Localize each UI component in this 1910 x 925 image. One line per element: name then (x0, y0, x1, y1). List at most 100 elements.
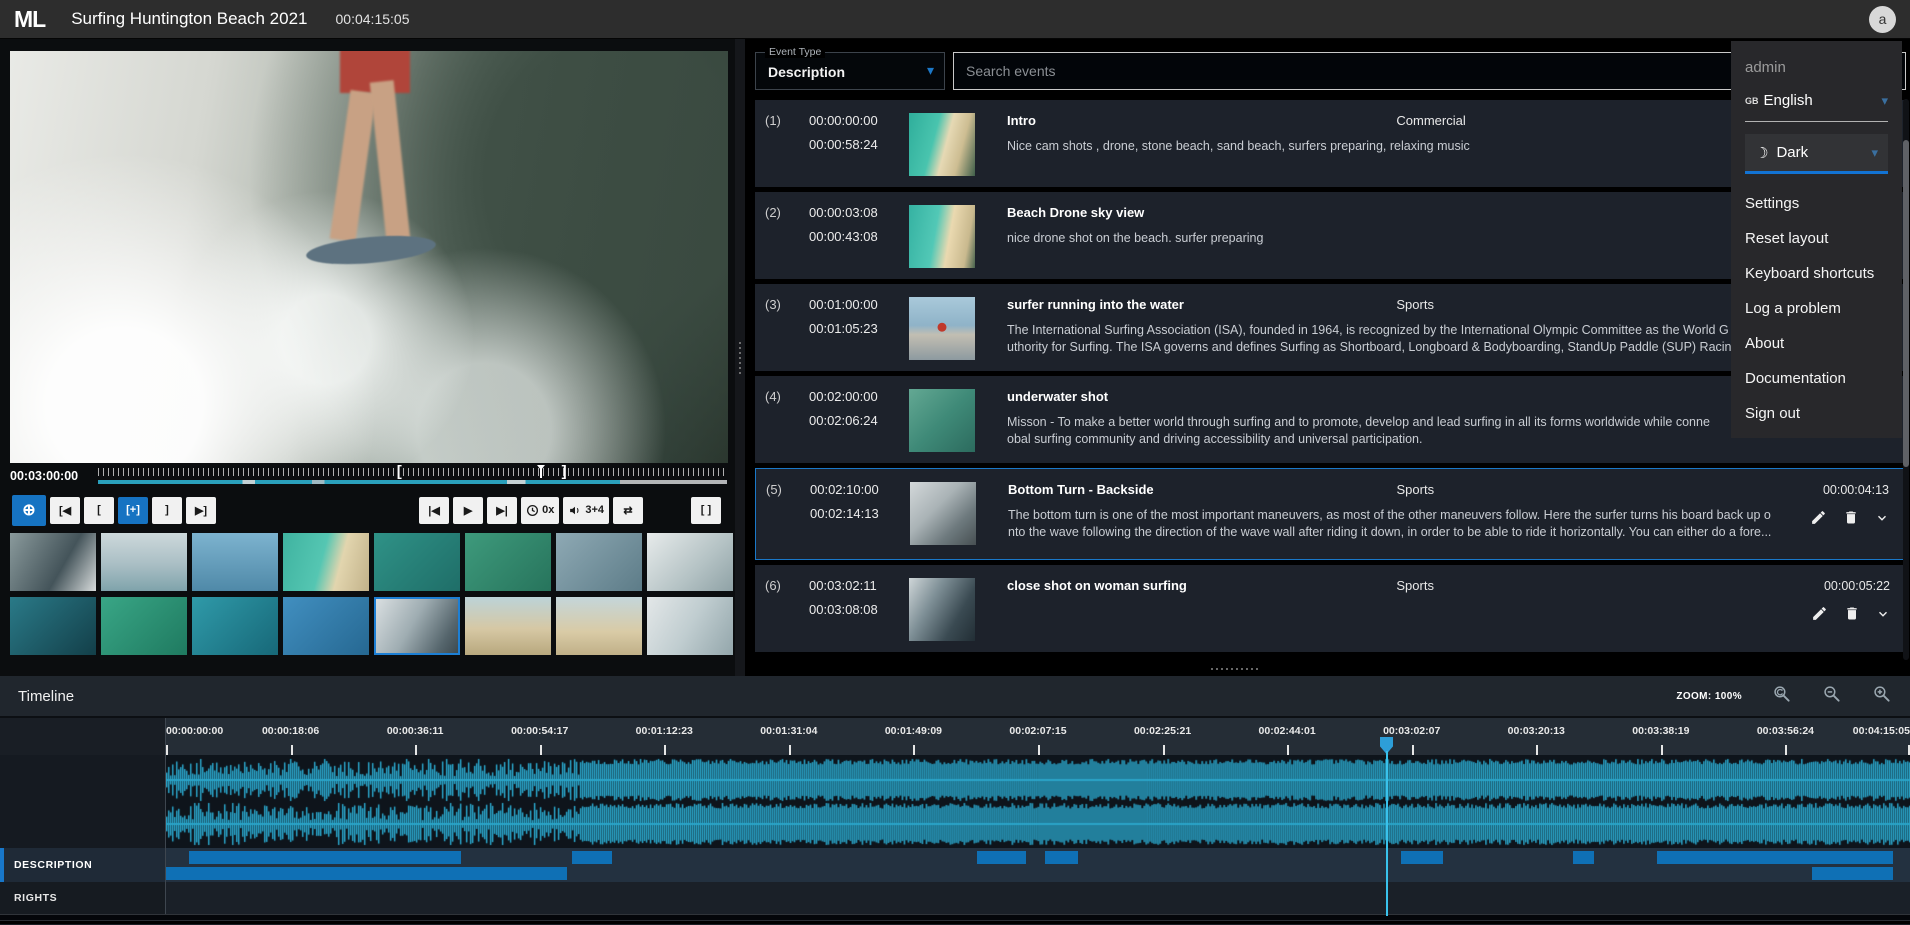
skip-end-button[interactable]: ▶| (487, 497, 517, 524)
event-type-select[interactable]: Event Type Description ▾ (755, 52, 945, 90)
track-area[interactable] (165, 882, 1910, 914)
timeline-clip[interactable] (1401, 851, 1443, 864)
range-out-bracket[interactable]: ] (562, 463, 567, 480)
media-title: Surfing Huntington Beach 2021 (71, 9, 307, 29)
timeline-clip[interactable] (572, 851, 612, 864)
vertical-splitter[interactable] (735, 39, 745, 676)
filmstrip-thumbnail[interactable] (101, 597, 187, 655)
edit-event-button[interactable] (1810, 509, 1827, 526)
track-label-description[interactable]: DESCRIPTION (0, 848, 165, 882)
chevron-down-icon (1876, 607, 1890, 621)
expand-event-button[interactable] (1876, 607, 1890, 621)
filmstrip-thumbnail[interactable] (556, 597, 642, 655)
timeline-track: RIGHTS (0, 882, 1910, 914)
zoom-out-icon[interactable] (1822, 684, 1842, 709)
filmstrip-thumbnail[interactable] (465, 597, 551, 655)
play-button[interactable]: ▶ (453, 497, 483, 524)
event-thumbnail (910, 482, 976, 545)
ruler-timecode: 00:02:44:01 (1259, 725, 1316, 737)
timeline-clip[interactable] (189, 851, 461, 864)
filmstrip-thumbnail[interactable] (10, 533, 96, 591)
event-thumbnail (909, 205, 975, 268)
filmstrip-thumbnail[interactable] (647, 533, 733, 591)
set-in-button[interactable]: [ (84, 497, 114, 524)
shuttle-button[interactable]: ⇄ (613, 497, 643, 524)
menu-item-documentation[interactable]: Documentation (1745, 361, 1902, 396)
track-area[interactable] (165, 848, 1910, 882)
zoom-in-icon[interactable] (1872, 684, 1892, 709)
filmstrip-thumbnail[interactable] (374, 533, 460, 591)
filmstrip-thumbnail[interactable] (101, 533, 187, 591)
filmstrip-thumbnail[interactable] (647, 597, 733, 655)
menu-item-sign-out[interactable]: Sign out (1745, 396, 1902, 431)
timeline-clip[interactable] (166, 867, 567, 880)
filmstrip-thumbnail[interactable] (192, 597, 278, 655)
event-in-timecode: 00:02:00:00 (809, 389, 909, 404)
horizontal-splitter[interactable] (745, 664, 1910, 674)
player-controls: ⊕[◀[[+]]▶] |◀▶ ▶| 0x3+4⇄ [ ] (12, 494, 721, 526)
timeline-header: Timeline ZOOM: 100% (0, 676, 1910, 718)
ruler-tick (291, 745, 293, 755)
audio-channels-button[interactable]: 3+4 (563, 497, 609, 524)
timeline-clip[interactable] (977, 851, 1026, 864)
goto-out-button[interactable]: ▶] (186, 497, 216, 524)
ruler-tick (1287, 745, 1289, 755)
menu-item-settings[interactable]: Settings (1745, 186, 1902, 221)
skip-start-button[interactable]: |◀ (419, 497, 449, 524)
set-out-button[interactable]: ] (152, 497, 182, 524)
ruler-timecode: 00:00:54:17 (511, 725, 568, 737)
scrubber[interactable]: [ ] (98, 467, 727, 489)
ruler-tick (664, 745, 666, 755)
fullscreen-button-label: [ ] (701, 504, 711, 516)
timeline-ruler[interactable]: 00:00:00:0000:00:18:0600:00:36:1100:00:5… (0, 718, 1910, 755)
theme-select[interactable]: ☾ Dark ▾ (1745, 134, 1888, 174)
timeline-clip[interactable] (1573, 851, 1594, 864)
filmstrip-thumbnail[interactable] (374, 597, 460, 655)
filmstrip-thumbnail[interactable] (556, 533, 642, 591)
language-select[interactable]: GB English ▾ (1745, 92, 1888, 122)
event-row[interactable]: (6)00:03:02:1100:03:08:08close shot on w… (755, 565, 1906, 652)
scrubber-playhead[interactable] (540, 465, 542, 478)
filmstrip-thumbnail[interactable] (465, 533, 551, 591)
chevron-down-icon (1875, 511, 1889, 525)
ruler-timecode: 00:03:56:24 (1757, 725, 1814, 737)
event-timecodes: 00:00:00:0000:00:58:24 (809, 113, 909, 152)
filmstrip-thumbnail[interactable] (10, 597, 96, 655)
avatar[interactable]: a (1869, 6, 1896, 33)
timeline-clip[interactable] (1812, 867, 1892, 880)
event-row[interactable]: (5)00:02:10:0000:02:14:13Bottom Turn - B… (755, 468, 1906, 560)
expand-event-button[interactable] (1875, 511, 1889, 525)
event-type-label: Event Type (765, 46, 825, 58)
add-subclip-button[interactable]: [+] (118, 497, 148, 524)
language-value: English (1764, 92, 1813, 109)
menu-item-reset-layout[interactable]: Reset layout (1745, 221, 1902, 256)
delete-event-button[interactable] (1844, 605, 1860, 622)
fullscreen-button[interactable]: [ ] (691, 497, 721, 524)
filmstrip-thumbnail[interactable] (283, 597, 369, 655)
add-event-button[interactable]: ⊕ (12, 495, 46, 526)
track-label-rights[interactable]: RIGHTS (0, 882, 165, 914)
events-scrollbar-thumb[interactable] (1903, 140, 1909, 467)
menu-item-about[interactable]: About (1745, 326, 1902, 361)
filmstrip-thumbnail[interactable] (192, 533, 278, 591)
event-thumbnail (909, 578, 975, 641)
video-display[interactable] (10, 51, 728, 463)
delete-event-button[interactable] (1843, 509, 1859, 526)
filmstrip-thumbnail[interactable] (283, 533, 369, 591)
waveform[interactable] (166, 755, 1910, 848)
menu-item-log-a-problem[interactable]: Log a problem (1745, 291, 1902, 326)
chevron-down-icon: ▾ (1881, 93, 1888, 109)
timeline-clip[interactable] (1045, 851, 1078, 864)
zoom-reset-icon[interactable] (1772, 684, 1792, 709)
skip-end-button-label: ▶| (496, 504, 508, 517)
timeline-clip[interactable] (1657, 851, 1892, 864)
event-duration: 00:00:04:13 (1823, 483, 1891, 497)
edit-event-button[interactable] (1811, 605, 1828, 622)
events-scrollbar[interactable] (1903, 99, 1909, 660)
menu-username: admin (1745, 59, 1902, 76)
goto-in-button[interactable]: [◀ (50, 497, 80, 524)
range-in-bracket[interactable]: [ (397, 463, 402, 480)
menu-item-keyboard-shortcuts[interactable]: Keyboard shortcuts (1745, 256, 1902, 291)
speed-button[interactable]: 0x (521, 497, 559, 524)
speaker-icon (568, 504, 582, 517)
